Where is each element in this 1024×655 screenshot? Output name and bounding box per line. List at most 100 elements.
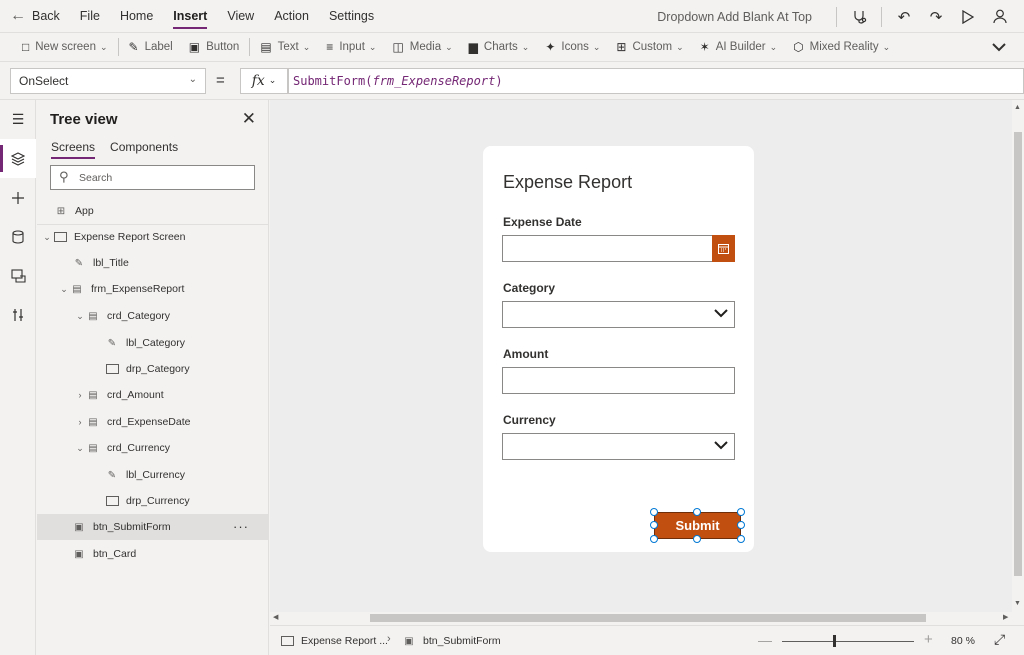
resize-handle[interactable] [650, 521, 658, 529]
resize-handle[interactable] [737, 521, 745, 529]
scroll-left-icon[interactable]: ◀ [273, 613, 278, 621]
tree-item-label: crd_ExpenseDate [107, 416, 191, 428]
zoom-slider-thumb[interactable] [833, 635, 836, 647]
chevron-down-icon: ⌄ [302, 41, 311, 52]
custom-grid-icon: ⊞ [616, 40, 627, 54]
tree-item-lbl-currency[interactable]: ✎ lbl_Currency [37, 462, 269, 488]
menu-settings[interactable]: Settings [319, 0, 384, 33]
custom-label: Custom [632, 41, 673, 53]
menu-view[interactable]: View [217, 0, 264, 33]
breadcrumb-screen[interactable]: Expense Report ... [280, 626, 388, 655]
tree-item-crd-category[interactable]: ⌄ ▤ crd_Category [37, 303, 269, 329]
scroll-thumb[interactable] [1014, 132, 1022, 576]
icons-icon: ✦ [545, 40, 556, 54]
divider [249, 38, 251, 56]
user-icon[interactable] [984, 0, 1016, 33]
media-dropdown[interactable]: ◫ Media ⌄ [384, 33, 460, 62]
mixed-reality-dropdown[interactable]: ⬡ Mixed Reality ⌄ [785, 33, 898, 62]
label-edit-icon: ✎ [128, 40, 139, 54]
tree-item-lbl-category[interactable]: ✎ lbl_Category [37, 330, 269, 356]
horizontal-scrollbar[interactable]: ◀ ▶ [270, 612, 1012, 624]
currency-dropdown[interactable] [502, 433, 735, 460]
ai-builder-dropdown[interactable]: ✶ AI Builder ⌄ [692, 33, 785, 62]
amount-input[interactable] [502, 367, 735, 394]
custom-dropdown[interactable]: ⊞ Custom ⌄ [608, 33, 691, 62]
back-button[interactable]: ← Back [0, 0, 70, 33]
menu-action[interactable]: Action [264, 0, 319, 33]
calendar-icon[interactable] [712, 235, 735, 262]
tree-view-layers-icon[interactable] [0, 139, 36, 178]
canvas[interactable]: Expense Report Expense Date Category Amo… [270, 100, 1012, 612]
menu-file[interactable]: File [70, 0, 110, 33]
scroll-thumb[interactable] [370, 614, 926, 622]
tree-item-crd-currency[interactable]: ⌄ ▤ crd_Currency [37, 435, 269, 461]
tree-item-drp-currency[interactable]: drp_Currency [37, 488, 269, 514]
search-placeholder: Search [79, 172, 113, 184]
insert-plus-icon[interactable] [0, 178, 36, 217]
icons-dropdown[interactable]: ✦ Icons ⌄ [537, 33, 608, 62]
tab-screens[interactable]: Screens [51, 140, 96, 159]
vertical-scrollbar[interactable]: ▲ ▼ [1012, 100, 1024, 612]
button-tap-icon: ▣ [404, 635, 414, 647]
input-dropdown[interactable]: ≡ Input ⌄ [318, 33, 384, 62]
resize-handle[interactable] [693, 535, 701, 543]
tree-item-screen[interactable]: ⌄ Expense Report Screen [37, 224, 269, 250]
advanced-tools-icon[interactable] [0, 295, 36, 334]
tree-item-crd-expensedate[interactable]: › ▤ crd_ExpenseDate [37, 409, 269, 435]
tab-components[interactable]: Components [110, 140, 178, 159]
resize-handle[interactable] [650, 508, 658, 516]
more-options-icon[interactable]: ··· [233, 519, 249, 534]
breadcrumb-control[interactable]: ▣ btn_SubmitForm [402, 626, 500, 655]
resize-handle[interactable] [650, 535, 658, 543]
play-icon[interactable] [952, 0, 984, 33]
zoom-out-icon[interactable]: — [758, 632, 772, 648]
undo-icon[interactable]: ↶ [888, 0, 920, 33]
resize-handle[interactable] [693, 508, 701, 516]
property-select[interactable]: OnSelect ⌄ [10, 68, 206, 94]
app-checker-icon[interactable] [843, 0, 875, 33]
app-title: Dropdown Add Blank At Top [657, 9, 812, 24]
ai-builder-label: AI Builder [715, 41, 766, 53]
formula-input[interactable]: SubmitForm(frm_ExpenseReport) [288, 68, 1024, 94]
scroll-up-icon[interactable]: ▲ [1014, 104, 1021, 111]
ribbon-more-chevron-icon[interactable] [992, 39, 1006, 55]
tree-item-lbl-title[interactable]: ✎ lbl_Title [37, 250, 269, 276]
scroll-right-icon[interactable]: ▶ [1003, 613, 1008, 621]
tree-search-input[interactable]: ⚲ Search [50, 165, 255, 190]
hamburger-menu-icon[interactable]: ☰ [0, 100, 36, 139]
tree-item-btn-submitform[interactable]: ▣ btn_SubmitForm ··· [37, 514, 269, 540]
button-button[interactable]: ▣ Button [181, 33, 248, 62]
media-icon[interactable] [0, 256, 36, 295]
resize-handle[interactable] [737, 508, 745, 516]
tree-item-btn-card[interactable]: ▣ btn_Card [37, 541, 269, 567]
fit-to-window-icon[interactable]: ⤢ [994, 631, 1005, 648]
scroll-down-icon[interactable]: ▼ [1014, 600, 1021, 607]
zoom-in-icon[interactable]: + [924, 631, 933, 648]
resize-handle[interactable] [737, 535, 745, 543]
tree-item-crd-amount[interactable]: › ▤ crd_Amount [37, 382, 269, 408]
data-database-icon[interactable] [0, 217, 36, 256]
close-icon[interactable]: ✕ [242, 109, 256, 129]
charts-dropdown[interactable]: ▆ Charts ⌄ [461, 33, 538, 62]
menu-home[interactable]: Home [110, 0, 163, 33]
new-screen-button[interactable]: □ New screen ⌄ [14, 33, 116, 62]
button-label: Button [206, 41, 240, 53]
menu-insert[interactable]: Insert [163, 0, 217, 33]
chevron-down-icon: ⌄ [592, 41, 601, 52]
redo-icon[interactable]: ↷ [920, 0, 952, 33]
tree-item-label: frm_ExpenseReport [91, 283, 185, 295]
zoom-slider[interactable] [782, 641, 914, 642]
tree-item-app[interactable]: ⊞ App [37, 198, 269, 224]
text-dropdown[interactable]: ▤ Text ⌄ [252, 33, 318, 62]
fx-icon: fx [251, 73, 265, 89]
tree-item-drp-category[interactable]: drp_Category [37, 356, 269, 382]
fx-button[interactable]: fx ⌄ [240, 68, 288, 94]
category-dropdown[interactable] [502, 301, 735, 328]
expense-date-picker[interactable] [502, 235, 735, 262]
card-icon: ▤ [88, 416, 98, 428]
dropdown-control-icon [105, 363, 119, 375]
chevron-down-icon: ⌄ [882, 41, 891, 52]
label-button[interactable]: ✎ Label [121, 33, 181, 62]
chevron-down-icon [714, 437, 728, 453]
tree-item-form[interactable]: ⌄ ▤ frm_ExpenseReport [37, 276, 269, 302]
